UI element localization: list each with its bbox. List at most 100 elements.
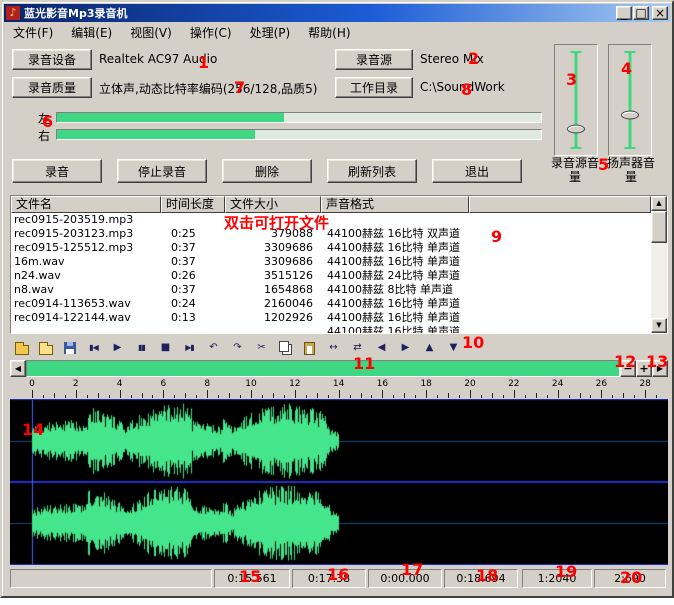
column-header-1[interactable]: 时间长度 — [161, 196, 225, 213]
undo-button[interactable]: ↶ — [202, 338, 225, 358]
stop-record-button[interactable]: 停止录音 — [117, 159, 207, 183]
app-window: ♪ 蓝光影音Mp3录音机 _ □ × 文件(F)编辑(E)视图(V)操作(C)处… — [0, 0, 674, 598]
pause-button[interactable]: ▮▮ — [130, 338, 153, 358]
play-button[interactable]: ▶ — [106, 338, 129, 358]
ruler-label: 12 — [289, 379, 300, 389]
column-header-2[interactable]: 文件大小 — [225, 196, 321, 213]
ruler-tick — [87, 395, 88, 398]
annotation-number: 8 — [461, 82, 472, 98]
ruler-tick — [525, 395, 526, 398]
refresh-list-button[interactable]: 刷新列表 — [327, 159, 417, 183]
stop-button[interactable]: ■ — [154, 338, 177, 358]
file-size-cell: 3309686 — [225, 255, 321, 269]
ruler-tick — [514, 390, 515, 398]
recording-source-button[interactable]: 录音源 — [335, 49, 413, 70]
open-folder-button[interactable] — [34, 338, 57, 358]
file-name-cell: n24.wav — [11, 269, 161, 283]
file-row[interactable]: rec0915-125512.mp30:37330968644100赫兹 16比… — [11, 241, 651, 255]
open-file-button[interactable] — [10, 338, 33, 358]
file-duration-cell — [161, 213, 225, 227]
timeline-ruler[interactable]: 0246810121416182022242628 — [10, 379, 668, 398]
ruler-tick — [459, 395, 460, 398]
file-row[interactable]: 16m.wav0:37330968644100赫兹 16比特 单声道 — [11, 255, 651, 269]
scroll-up-icon[interactable]: ▲ — [651, 196, 667, 211]
ruler-tick — [339, 390, 340, 398]
redo-button[interactable]: ↷ — [226, 338, 249, 358]
recording-device-button[interactable]: 录音设备 — [12, 49, 92, 70]
file-name-cell: rec0915-203123.mp3 — [11, 227, 161, 241]
menu-operate[interactable]: 操作(C) — [181, 22, 241, 43]
close-button[interactable]: × — [652, 6, 668, 20]
file-row[interactable]: rec0915-203519.mp3 — [11, 213, 651, 227]
annotation-number: 2 — [468, 51, 479, 67]
open-folder-icon — [39, 345, 53, 355]
file-duration-cell: 0:37 — [161, 283, 225, 297]
column-header-0[interactable]: 文件名 — [11, 196, 161, 213]
file-name-cell — [11, 325, 161, 333]
menu-view[interactable]: 视图(V) — [121, 22, 181, 43]
file-row[interactable]: n8.wav0:37165486844100赫兹 8比特 单声道 — [11, 283, 651, 297]
position-left-icon[interactable]: ◀ — [10, 360, 26, 377]
ruler-tick — [43, 395, 44, 398]
ruler-tick — [536, 393, 537, 398]
save-icon — [64, 342, 76, 354]
record-button[interactable]: 录音 — [12, 159, 102, 183]
column-header-3[interactable]: 声音格式 — [321, 196, 469, 213]
delete-button[interactable]: 删除 — [222, 159, 312, 183]
annotation-number: 5 — [598, 157, 609, 173]
go-start-icon: ▮◀ — [89, 343, 98, 353]
ruler-tick — [229, 393, 230, 398]
waveform-display[interactable] — [10, 399, 668, 565]
menu-edit[interactable]: 编辑(E) — [62, 22, 121, 43]
menu-help[interactable]: 帮助(H) — [299, 22, 359, 43]
working-directory-button[interactable]: 工作目录 — [335, 77, 413, 98]
ruler-tick — [569, 395, 570, 398]
file-row[interactable]: rec0914-113653.wav0:24216004644100赫兹 16比… — [11, 297, 651, 311]
ruler-label: 18 — [420, 379, 431, 389]
paste-button[interactable] — [298, 338, 321, 358]
maximize-button[interactable]: □ — [633, 6, 649, 20]
file-duration-cell: 0:25 — [161, 227, 225, 241]
file-size-cell: 3309686 — [225, 241, 321, 255]
go-end-icon: ▶▮ — [185, 343, 194, 353]
copy-button[interactable] — [274, 338, 297, 358]
file-row[interactable]: 44100赫兹 16比特 单声道 — [11, 325, 651, 333]
ruler-tick — [393, 395, 394, 398]
file-duration-cell — [161, 325, 225, 333]
zoom-out-horizontal-button[interactable]: ↔ — [322, 338, 345, 358]
ruler-tick — [142, 393, 143, 398]
file-row[interactable]: rec0915-203123.mp30:2537908844100赫兹 16比特… — [11, 227, 651, 241]
cut-button[interactable]: ✂ — [250, 338, 273, 358]
file-row[interactable]: rec0914-122144.wav0:13120292644100赫兹 16比… — [11, 311, 651, 325]
save-button[interactable] — [58, 338, 81, 358]
play-icon: ▶ — [114, 343, 122, 353]
menu-process[interactable]: 处理(P) — [241, 22, 300, 43]
file-list-scrollbar[interactable]: ▲ ▼ — [651, 196, 667, 333]
undo-icon: ↶ — [209, 343, 217, 353]
scroll-right-button[interactable]: ▶ — [394, 338, 417, 358]
cut-icon: ✂ — [257, 343, 265, 353]
file-row[interactable]: n24.wav0:26351512644100赫兹 24比特 单声道 — [11, 269, 651, 283]
scroll-left-icon: ◀ — [378, 343, 386, 353]
source-volume-slider[interactable] — [554, 44, 598, 156]
exit-button[interactable]: 退出 — [432, 159, 522, 183]
zoom-in-button[interactable]: ▲ — [418, 338, 441, 358]
file-size-cell: 1654868 — [225, 283, 321, 297]
annotation-number: 12 — [614, 354, 636, 370]
ruler-label: 8 — [204, 379, 210, 389]
annotation-number: 4 — [621, 61, 632, 77]
menu-file[interactable]: 文件(F) — [4, 22, 62, 43]
ruler-tick — [120, 390, 121, 398]
source-volume-thumb[interactable] — [567, 124, 585, 133]
scrollbar-thumb[interactable] — [651, 211, 667, 243]
speaker-volume-thumb[interactable] — [621, 111, 639, 120]
file-duration-cell: 0:37 — [161, 241, 225, 255]
ruler-tick — [580, 393, 581, 398]
go-end-button[interactable]: ▶▮ — [178, 338, 201, 358]
go-start-button[interactable]: ▮◀ — [82, 338, 105, 358]
scroll-down-icon[interactable]: ▼ — [651, 318, 667, 333]
position-track[interactable] — [26, 360, 620, 377]
minimize-button[interactable]: _ — [616, 6, 632, 20]
recording-quality-button[interactable]: 录音质量 — [12, 77, 92, 98]
ruler-tick — [328, 395, 329, 398]
